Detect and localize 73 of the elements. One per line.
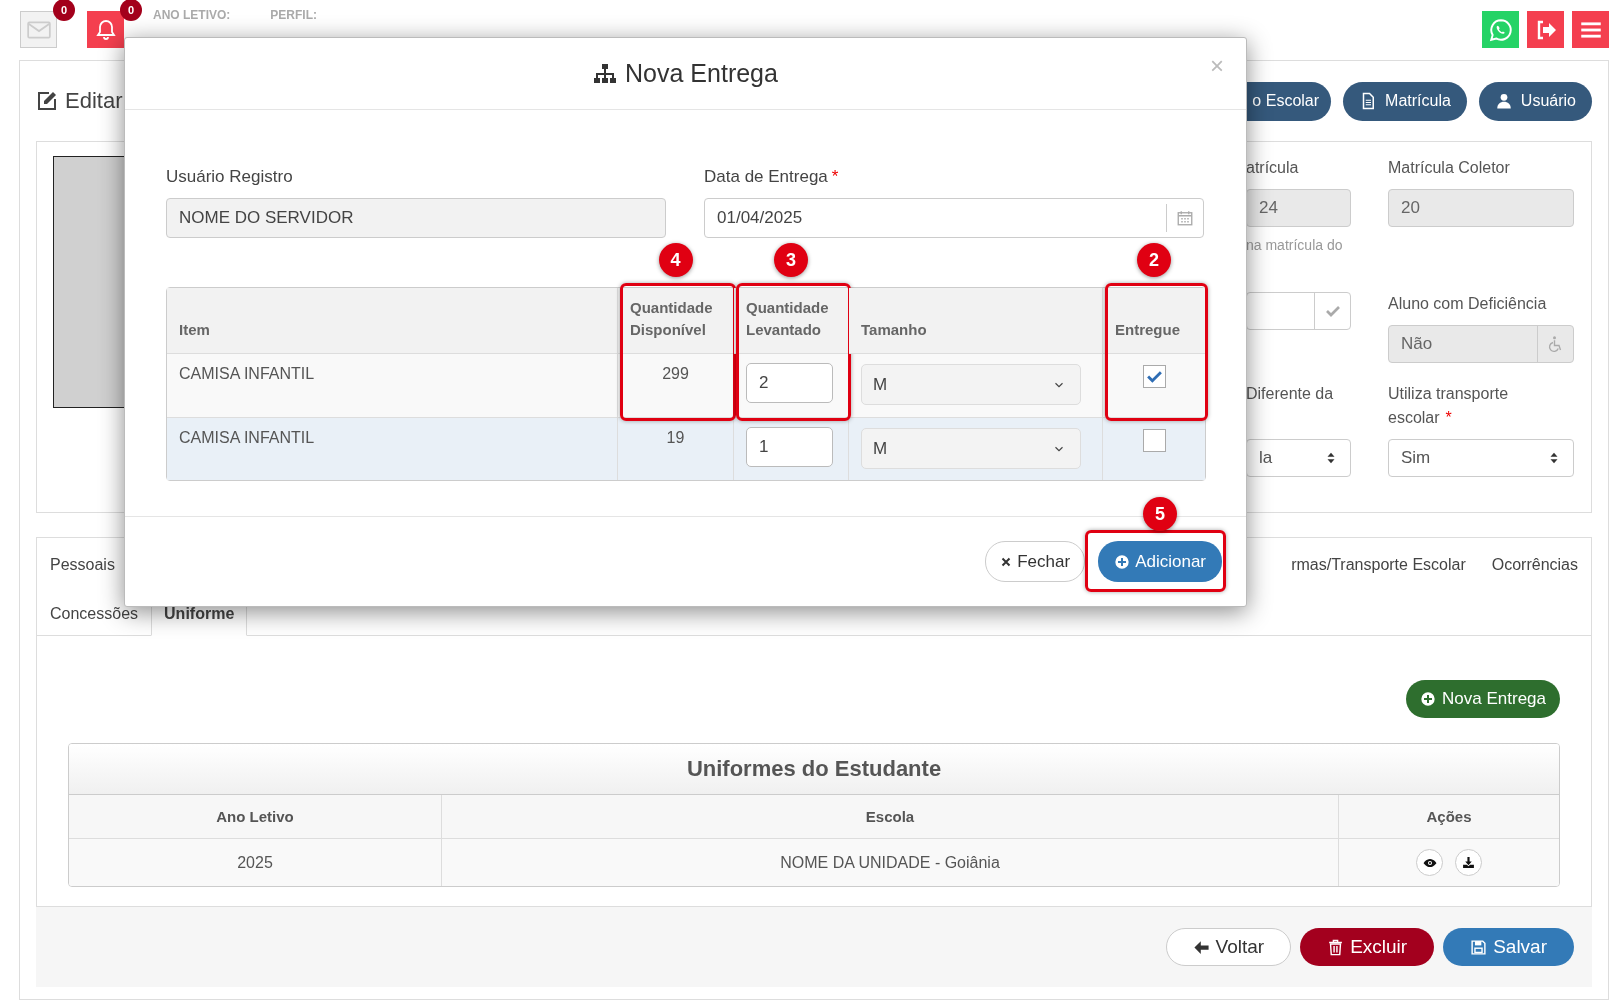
close-icon	[1000, 555, 1013, 568]
field-label: Utiliza transporte escolar *	[1388, 384, 1510, 428]
year-label: ANO LETIVO:	[153, 8, 231, 22]
trash-icon	[1327, 938, 1345, 956]
tab[interactable]: rmas/Transporte Escolar	[1278, 547, 1479, 587]
field-label: Matrícula Coletor	[1388, 158, 1511, 178]
logout-button[interactable]	[1527, 11, 1564, 48]
mail-badge: 0	[53, 0, 75, 21]
arrow-left-icon	[1192, 938, 1210, 956]
download-icon	[1462, 856, 1475, 869]
profile-label: PERFIL:	[270, 8, 317, 22]
size-select[interactable]: M	[861, 364, 1081, 405]
annotation-badge: 3	[774, 243, 808, 277]
header-button[interactable]: Usuário	[1478, 81, 1592, 121]
edit-icon	[35, 89, 59, 113]
check-icon	[1324, 303, 1341, 319]
select-field[interactable]: la	[1246, 439, 1351, 477]
view-button[interactable]	[1416, 849, 1443, 876]
column-header: Entregue	[1115, 320, 1180, 340]
field-label: Aluno com Deficiência	[1388, 294, 1548, 314]
helper-text: na matrícula do	[1246, 237, 1344, 253]
whatsapp-button[interactable]	[1482, 11, 1519, 48]
save-icon	[1470, 938, 1488, 956]
modal-title: Nova Entrega	[625, 59, 778, 88]
field-label: Data de Entrega *	[704, 167, 839, 186]
quantity-field[interactable]: 1	[746, 427, 833, 467]
table-cell: 19	[618, 417, 734, 480]
header-button[interactable]: Matrícula	[1343, 81, 1467, 121]
field-label: Diferente da	[1246, 384, 1335, 404]
add-button[interactable]: Adicionar	[1098, 541, 1222, 582]
table-cell: 2025	[69, 839, 442, 886]
sitemap-icon	[593, 61, 618, 86]
table-cell: CAMISA INFANTIL	[167, 417, 618, 480]
tab[interactable]: Ocorrências	[1478, 547, 1591, 587]
new-delivery-button[interactable]: Nova Entrega	[1406, 680, 1560, 718]
annotation-badge: 2	[1137, 243, 1171, 277]
delivered-checkbox[interactable]	[1142, 429, 1166, 452]
notification-button[interactable]	[87, 11, 124, 48]
field-label: Usuário Registro	[166, 167, 294, 187]
table-cell: CAMISA INFANTIL	[167, 354, 618, 417]
calendar-icon	[1176, 209, 1194, 227]
notification-badge: 0	[120, 0, 142, 21]
size-select[interactable]: M	[861, 428, 1081, 469]
user-icon	[1494, 92, 1513, 110]
input-field[interactable]: NOME DO SERVIDOR	[166, 198, 666, 238]
save-button[interactable]: Salvar	[1443, 928, 1574, 966]
select-field[interactable]: Sim	[1388, 439, 1574, 477]
column-header: Quantidade Levantado	[746, 298, 830, 340]
column-header: Quantidade Disponível	[630, 298, 714, 340]
download-button[interactable]	[1455, 849, 1482, 876]
column-header: Item	[179, 320, 210, 340]
tab[interactable]: Pessoais	[37, 547, 128, 587]
column-header: Ano Letivo	[69, 795, 442, 839]
column-header: Escola	[442, 795, 1339, 839]
column-header: Tamanho	[861, 320, 927, 340]
table-title: Uniformes do Estudante	[69, 744, 1559, 795]
back-button[interactable]: Voltar	[1165, 928, 1292, 966]
input-field[interactable]	[1246, 292, 1351, 330]
annotation-badge: 4	[658, 243, 693, 277]
field-label: atrícula	[1246, 158, 1300, 178]
menu-button[interactable]	[1572, 11, 1609, 48]
quantity-field[interactable]: 2	[746, 363, 833, 403]
chat-bubble-icon	[1487, 16, 1514, 43]
annotation-badge: 5	[1143, 497, 1178, 531]
table-cell: NOME DA UNIDADE - Goiânia	[442, 839, 1339, 886]
date-field[interactable]: 01/04/2025	[704, 198, 1204, 238]
table-cell: 299	[618, 354, 734, 417]
page-title: Editar	[65, 88, 123, 114]
tab[interactable]: Concessões	[37, 596, 152, 636]
delete-button[interactable]: Excluir	[1300, 928, 1435, 966]
close-button[interactable]: Fechar	[985, 541, 1086, 582]
column-header: Ações	[1339, 795, 1559, 839]
delivered-checkbox[interactable]	[1142, 365, 1166, 388]
